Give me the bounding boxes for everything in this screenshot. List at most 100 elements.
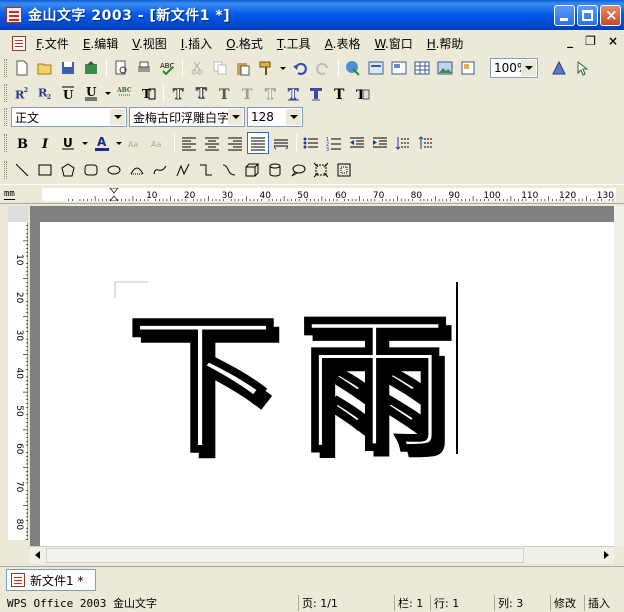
text-effect-clear-button[interactable]: T xyxy=(351,82,373,104)
status-insert-mode[interactable]: 插入 xyxy=(584,595,624,611)
format-painter-button[interactable] xyxy=(255,57,277,79)
text-effect-outline-button[interactable]: T xyxy=(167,82,189,104)
hyperlink-button[interactable] xyxy=(342,57,364,79)
toolbar-grip[interactable] xyxy=(4,84,7,102)
toolbar-grip[interactable] xyxy=(4,59,7,77)
minimize-button[interactable] xyxy=(554,5,575,26)
new-button[interactable] xyxy=(11,57,33,79)
document-page[interactable]: 下雨 下雨 xyxy=(40,222,614,546)
ruler-unit[interactable]: mm xyxy=(4,189,15,200)
table-button[interactable] xyxy=(411,57,433,79)
line-spacing-increase-button[interactable] xyxy=(415,132,437,154)
textbox-button[interactable] xyxy=(365,57,387,79)
text-effect-emboss-button[interactable]: T xyxy=(213,82,235,104)
ungroup-button[interactable] xyxy=(333,159,355,181)
text-effect-engrave-button[interactable]: T xyxy=(236,82,258,104)
cube-tool-button[interactable] xyxy=(241,159,263,181)
close-button[interactable]: × xyxy=(600,5,621,26)
save-all-button[interactable] xyxy=(80,57,102,79)
print-button[interactable] xyxy=(133,57,155,79)
scroll-left-button[interactable] xyxy=(30,547,46,563)
toolbar-grip[interactable] xyxy=(4,108,7,126)
save-button[interactable] xyxy=(57,57,79,79)
connector-tool-button[interactable] xyxy=(195,159,217,181)
text-effect-shadow-button[interactable]: TT xyxy=(190,82,212,104)
menu-view[interactable]: V.视图 xyxy=(128,35,171,52)
ellipse-tool-button[interactable] xyxy=(103,159,125,181)
text-effect-plain-button[interactable]: T xyxy=(328,82,350,104)
bold-button[interactable]: B xyxy=(11,132,33,154)
menu-tools[interactable]: T.工具 xyxy=(273,35,315,52)
font-size-select[interactable]: 128 xyxy=(247,107,303,127)
copy-button[interactable] xyxy=(209,57,231,79)
underline-button[interactable]: U xyxy=(57,132,79,154)
callout-tool-button[interactable] xyxy=(287,159,309,181)
cylinder-tool-button[interactable] xyxy=(264,159,286,181)
char-shading-button[interactable]: Aa xyxy=(148,132,170,154)
menu-help[interactable]: H.帮助 xyxy=(423,35,468,52)
line-tool-button[interactable] xyxy=(11,159,33,181)
maximize-button[interactable] xyxy=(577,5,598,26)
rectangle-tool-button[interactable] xyxy=(34,159,56,181)
cut-button[interactable] xyxy=(186,57,208,79)
menu-file[interactable]: F.文件 xyxy=(32,35,73,52)
title-bar[interactable]: 金山文字 2003 - [新文件1 *] × xyxy=(0,0,624,30)
italic-button[interactable]: I xyxy=(34,132,56,154)
enclose-char-button[interactable]: T xyxy=(137,82,159,104)
paste-button[interactable] xyxy=(232,57,254,79)
text-effect-hollow-button[interactable]: T xyxy=(259,82,281,104)
chevron-down-icon[interactable] xyxy=(521,60,536,76)
underline-style-dropdown[interactable] xyxy=(80,132,90,154)
underline-dropdown[interactable] xyxy=(103,82,113,104)
frame-button[interactable] xyxy=(388,57,410,79)
polygon-tool-button[interactable] xyxy=(57,159,79,181)
freeform-tool-button[interactable] xyxy=(172,159,194,181)
document-text[interactable]: 下雨 xyxy=(127,296,472,475)
select-tool-button[interactable] xyxy=(571,57,593,79)
object-button[interactable] xyxy=(457,57,479,79)
app-icon[interactable] xyxy=(6,7,22,23)
align-left-button[interactable] xyxy=(178,132,200,154)
font-color-dropdown[interactable] xyxy=(114,132,124,154)
toolbar-grip[interactable] xyxy=(4,161,7,179)
text-effect-blue-button[interactable] xyxy=(305,82,327,104)
horizontal-scrollbar[interactable] xyxy=(30,546,614,564)
distribute-button[interactable] xyxy=(270,132,292,154)
painter-dropdown[interactable] xyxy=(278,57,288,79)
toolbar-grip[interactable] xyxy=(4,134,7,152)
undo-button[interactable] xyxy=(289,57,311,79)
style-select[interactable]: 正文 xyxy=(11,107,127,127)
curved-connector-tool-button[interactable] xyxy=(218,159,240,181)
superscript-button[interactable]: R2 xyxy=(11,82,33,104)
menu-edit[interactable]: E.编辑 xyxy=(79,35,122,52)
phonetic-button[interactable]: ABC xyxy=(114,82,136,104)
rounded-rect-tool-button[interactable] xyxy=(80,159,102,181)
chevron-down-icon[interactable] xyxy=(286,109,301,125)
zoom-select[interactable]: 100% xyxy=(490,58,538,78)
doc-minimize-button[interactable]: _ xyxy=(567,34,573,48)
image-button[interactable] xyxy=(434,57,456,79)
double-underline-button[interactable]: U xyxy=(80,82,102,104)
spellcheck-button[interactable]: ABC xyxy=(156,57,178,79)
status-edit-mode[interactable]: 修改 xyxy=(550,595,584,611)
scroll-thumb[interactable] xyxy=(46,548,524,563)
menu-insert[interactable]: I.插入 xyxy=(177,35,216,52)
vertical-ruler[interactable]: 10 20 30 40 50 60 70 80 xyxy=(8,222,28,540)
font-select[interactable]: 金梅古印浮雕白字 xyxy=(129,107,245,127)
document-area[interactable]: 下雨 下雨 xyxy=(30,206,614,546)
chevron-down-icon[interactable] xyxy=(228,109,243,125)
font-color-button[interactable]: A xyxy=(91,132,113,154)
decrease-indent-button[interactable] xyxy=(346,132,368,154)
arc-tool-button[interactable] xyxy=(126,159,148,181)
increase-indent-button[interactable] xyxy=(369,132,391,154)
bullet-list-button[interactable] xyxy=(300,132,322,154)
document-icon[interactable] xyxy=(12,35,26,51)
redo-button[interactable] xyxy=(312,57,334,79)
horizontal-ruler[interactable]: mm 102030405060708090100110120130140150 xyxy=(0,184,624,204)
doc-restore-button[interactable]: ❐ xyxy=(585,34,596,48)
ruler-scale[interactable]: 102030405060708090100110120130140150 xyxy=(42,187,616,202)
help-button[interactable] xyxy=(548,57,570,79)
curve-tool-button[interactable] xyxy=(149,159,171,181)
overline-button[interactable]: U xyxy=(57,82,79,104)
menu-window[interactable]: W.窗口 xyxy=(370,35,416,52)
